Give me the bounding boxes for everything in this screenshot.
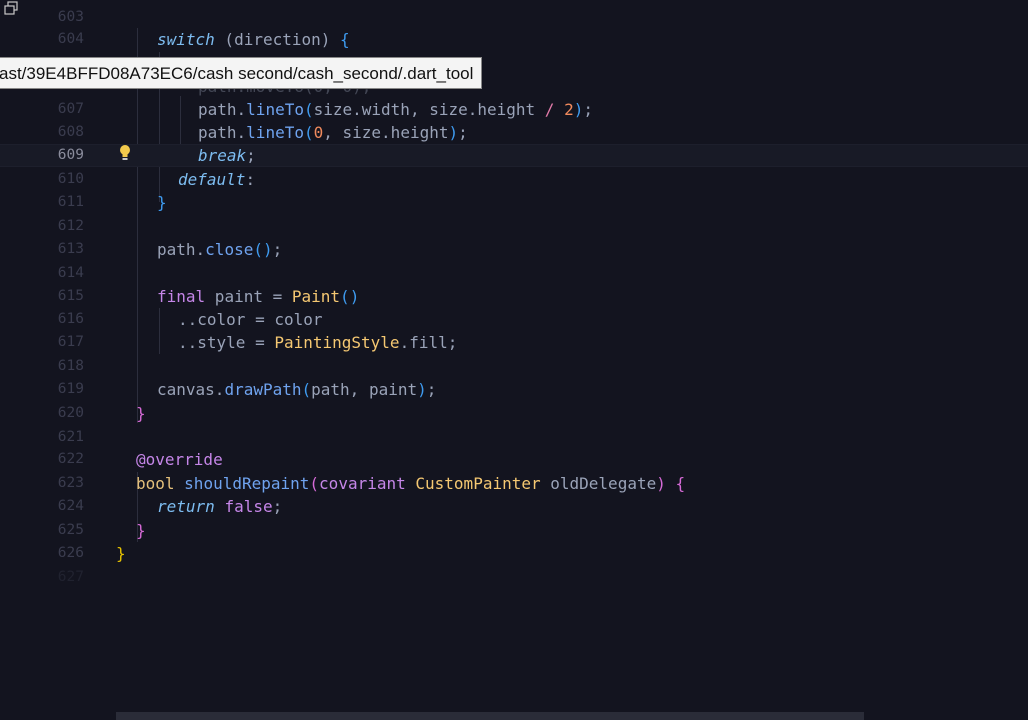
line-number: 604	[57, 31, 84, 47]
code-line: 607 path.lineTo(size.width, size.height …	[0, 98, 1028, 121]
code-line: 625 }	[0, 519, 1028, 542]
code-line: 615 final paint = Paint()	[0, 285, 1028, 308]
line-number: 622	[57, 451, 84, 467]
line-number: 616	[57, 311, 84, 327]
line-number: 627	[57, 569, 84, 585]
line-number: 626	[57, 545, 84, 561]
code-text: return false;	[157, 497, 283, 516]
code-text: break;	[198, 146, 256, 165]
restore-window-icon[interactable]	[3, 0, 19, 16]
line-number: 615	[57, 288, 84, 304]
path-tooltip: ast/39E4BFFD08A73EC6/cash second/cash_se…	[0, 57, 483, 89]
line-number: 612	[57, 218, 84, 234]
code-line: 608 path.lineTo(0, size.height);	[0, 121, 1028, 144]
code-line: 614	[0, 262, 1028, 285]
line-number: 621	[57, 429, 84, 445]
code-line: 611 }	[0, 191, 1028, 214]
code-text: path.close();	[157, 240, 283, 259]
line-number: 609	[57, 147, 84, 163]
line-number: 624	[57, 498, 84, 514]
code-line: 616 ..color = color	[0, 308, 1028, 331]
line-number: 608	[57, 124, 84, 140]
line-number: 613	[57, 241, 84, 257]
line-number: 617	[57, 334, 84, 350]
code-text: }	[136, 521, 146, 540]
line-number: 611	[57, 194, 84, 210]
code-line: 621	[0, 426, 1028, 449]
code-line: 624 return false;	[0, 495, 1028, 518]
code-line: 617 ..style = PaintingStyle.fill;	[0, 331, 1028, 354]
code-text: ..color = color	[178, 310, 323, 329]
code-line: 604 switch (direction) {	[0, 28, 1028, 51]
line-number: 610	[57, 171, 84, 187]
code-line: 613 path.close();	[0, 238, 1028, 261]
line-number: 625	[57, 522, 84, 538]
code-line: 612	[0, 215, 1028, 238]
code-line: 603	[0, 6, 1028, 29]
lightbulb-icon[interactable]	[118, 144, 132, 162]
code-line: 620 }	[0, 402, 1028, 425]
line-number: 620	[57, 405, 84, 421]
code-text: }	[136, 404, 146, 423]
code-line: 626 }	[0, 542, 1028, 565]
code-line-active: 609 break;	[0, 144, 1028, 167]
line-number: 614	[57, 265, 84, 281]
code-text: bool shouldRepaint(covariant CustomPaint…	[136, 474, 686, 493]
code-line: 623 bool shouldRepaint(covariant CustomP…	[0, 472, 1028, 495]
code-line: 610 default:	[0, 168, 1028, 191]
code-text: default:	[178, 170, 256, 189]
code-text: @override	[136, 450, 223, 469]
code-editor[interactable]: 603 604 switch (direction) { path.moveTo…	[0, 0, 1028, 720]
code-text: canvas.drawPath(path, paint);	[157, 380, 437, 399]
line-number: 623	[57, 475, 84, 491]
code-line: 627	[0, 566, 1028, 589]
code-line: 619 canvas.drawPath(path, paint);	[0, 378, 1028, 401]
code-line: 622 @override	[0, 448, 1028, 471]
code-text: path.lineTo(0, size.height);	[198, 123, 468, 142]
code-text: path.lineTo(size.width, size.height / 2)…	[198, 100, 593, 119]
line-number: 619	[57, 381, 84, 397]
code-text: ..style = PaintingStyle.fill;	[178, 333, 458, 352]
code-text: switch (direction) {	[157, 30, 350, 49]
code-text: final paint = Paint()	[157, 287, 360, 306]
code-line: 618	[0, 355, 1028, 378]
line-number: 607	[57, 101, 84, 117]
code-text: }	[157, 193, 167, 212]
code-text: }	[116, 544, 126, 563]
line-number: 618	[57, 358, 84, 374]
horizontal-scrollbar[interactable]	[116, 712, 864, 720]
